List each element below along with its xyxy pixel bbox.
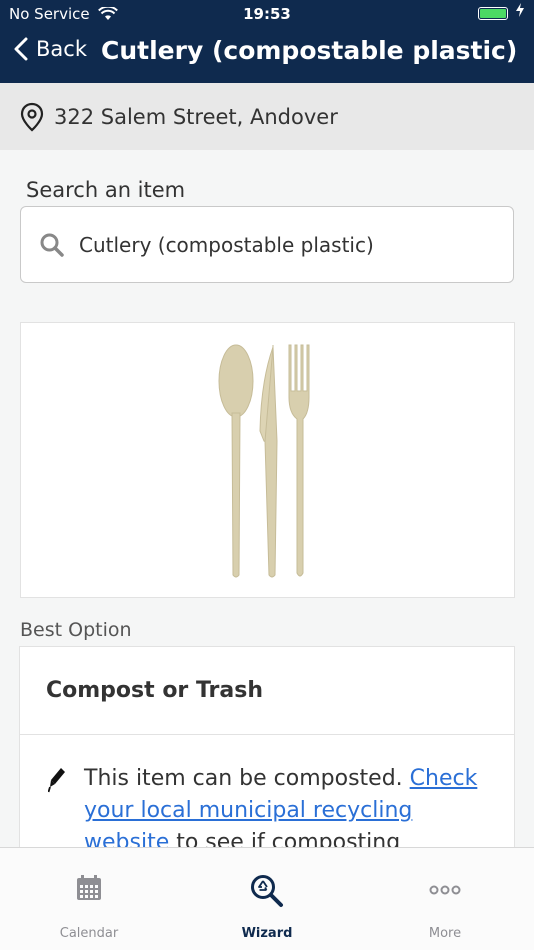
option-header: Compost or Trash	[20, 647, 514, 735]
more-icon	[429, 885, 461, 895]
back-button[interactable]: Back	[14, 37, 87, 61]
tab-calendar[interactable]: Calendar	[0, 848, 178, 950]
page-title: Cutlery (compostable plastic)	[101, 36, 518, 65]
search-label: Search an item	[26, 178, 186, 202]
item-image-card	[20, 322, 515, 598]
battery-icon	[478, 7, 508, 20]
location-bar[interactable]: 322 Salem Street, Andover	[0, 83, 534, 150]
best-option-label: Best Option	[20, 619, 132, 641]
navigation-bar: Back Cutlery (compostable plastic)	[0, 28, 534, 83]
map-pin-icon	[20, 102, 44, 131]
top-bar: No Service 19:53 Back Cutlery (compostab…	[0, 0, 534, 83]
search-input[interactable]	[79, 232, 479, 257]
option-text-intro: This item can be composted.	[84, 766, 410, 791]
cutlery-image	[218, 344, 310, 578]
tab-more-label: More	[428, 926, 462, 941]
pen-icon	[48, 768, 65, 793]
recycle-search-icon	[251, 875, 283, 907]
tab-calendar-label: Calendar	[59, 926, 119, 941]
search-field[interactable]	[20, 206, 514, 283]
search-icon	[40, 233, 64, 257]
location-address: 322 Salem Street, Andover	[54, 104, 338, 129]
back-label: Back	[36, 37, 87, 61]
calendar-icon	[77, 875, 101, 900]
option-title: Compost or Trash	[46, 678, 263, 703]
status-bar: No Service 19:53	[0, 0, 534, 28]
tab-wizard-label: Wizard	[241, 926, 293, 941]
tab-wizard[interactable]: Wizard	[178, 848, 356, 950]
clock: 19:53	[243, 5, 291, 23]
chevron-left-icon	[14, 37, 28, 61]
charging-icon	[516, 3, 524, 21]
tab-bar: Calendar Wizard More	[0, 847, 534, 950]
tab-more[interactable]: More	[356, 848, 534, 950]
